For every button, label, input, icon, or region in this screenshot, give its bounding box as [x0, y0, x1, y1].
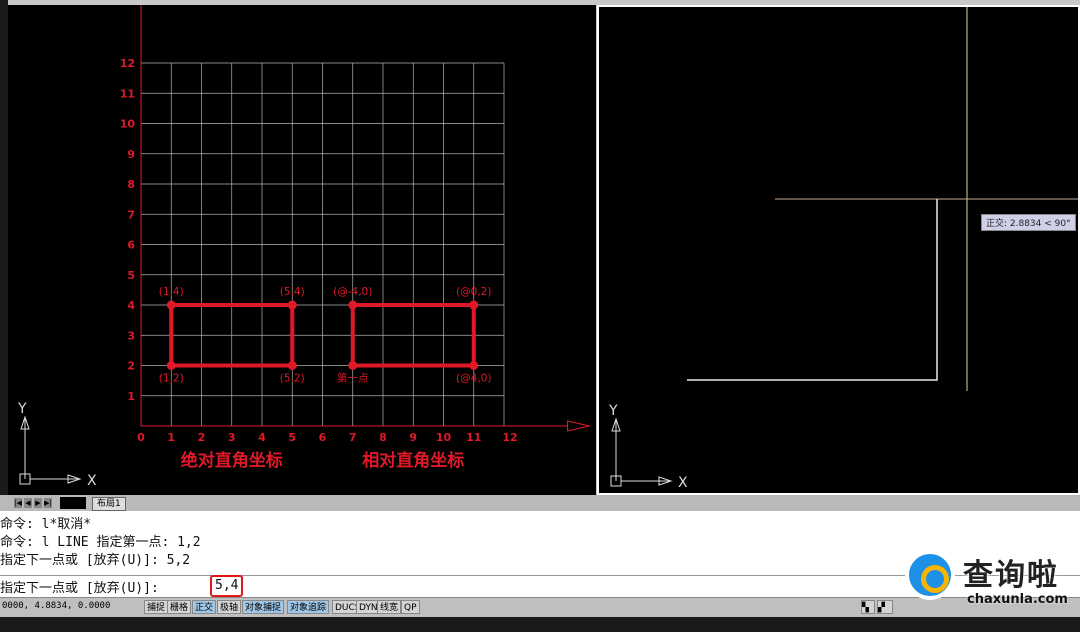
vertex-point: [469, 361, 479, 370]
vertex-point: [348, 361, 358, 370]
y-tick-label: 5: [127, 269, 135, 282]
vertex-point: [166, 361, 176, 370]
command-prompt: 指定下一点或 [放弃(U)]:: [0, 581, 159, 596]
prev-tab-button[interactable]: ◀: [24, 498, 32, 508]
ucs-icon-right: [610, 417, 673, 487]
x-tick-label: 8: [379, 431, 387, 444]
vertex-label: (5,4): [280, 286, 305, 298]
x-tick-label: 7: [349, 431, 357, 444]
command-history-line: 命令: l*取消*: [0, 517, 92, 532]
x-tick-label: 9: [409, 431, 417, 444]
x-tick-label: 6: [319, 431, 327, 444]
next-tab-button[interactable]: ▶: [34, 498, 42, 508]
vertex-label: (@0,2): [456, 286, 491, 298]
ucs-y-label-right: Y: [608, 403, 618, 419]
left-viewport[interactable]: 1 2 3 4 5 6 7 8 9 10 11 12 0 1 2 3 4 5 6 7 8 9 10 11 12 (1,4) (5,4…: [8, 5, 596, 495]
x-tick-label: 11: [466, 431, 481, 444]
y-tick-label: 7: [127, 208, 135, 221]
y-tick-label: 11: [120, 87, 135, 100]
drawing-canvas-left[interactable]: 1234567891011120 1 2 3 4 5 6 7 8 9 10 11 12(1,4) (5,4…: [8, 5, 596, 495]
x-tick-label: 3: [228, 431, 236, 444]
magnifier-logo-icon: [905, 550, 955, 600]
y-tick-label: 10: [120, 118, 136, 131]
ortho-tooltip: 正交: 2.8834 < 90°: [981, 214, 1076, 231]
drawing-canvas-right[interactable]: Y X: [599, 7, 1078, 493]
watermark-url: chaxunla.com: [967, 592, 1068, 607]
bottom-strip: [0, 617, 1080, 632]
drawn-polyline: [687, 199, 938, 381]
x-tick-label: 5: [288, 431, 296, 444]
watermark-title: 查询啦: [963, 558, 1059, 593]
command-input[interactable]: 5,4: [210, 575, 244, 597]
coordinate-readout: 0000, 4.8834, 0.0000: [2, 601, 111, 611]
y-tick-label: 6: [127, 239, 135, 252]
x-tick-label: 10: [436, 431, 452, 444]
otrack-toggle[interactable]: 对象追踪: [287, 600, 330, 614]
model-space-icon[interactable]: ▚: [861, 600, 875, 614]
y-tick-label: 12: [120, 57, 135, 70]
grid-toggle[interactable]: 栅格: [167, 600, 192, 614]
left-window-edge: [0, 0, 8, 495]
vertex-label: (1,2): [159, 373, 184, 385]
qp-toggle[interactable]: QP: [401, 600, 420, 614]
vertex-label: 第一点: [337, 372, 369, 385]
vertex-point: [287, 300, 297, 310]
vertex-point: [166, 300, 176, 310]
y-tick-label: 1: [127, 390, 135, 403]
command-history-line: 命令: l LINE 指定第一点: 1,2: [0, 535, 201, 550]
right-viewport[interactable]: Y X 正交: 2.8834 < 90°: [597, 5, 1080, 495]
lineweight-toggle[interactable]: 线宽: [377, 600, 402, 614]
watermark-logo: 查询啦 chaxunla.com: [905, 548, 1075, 612]
x-tick-label: 0: [137, 431, 145, 444]
command-history-line: 指定下一点或 [放弃(U)]: 5,2: [0, 553, 191, 568]
vertex-point: [348, 300, 358, 310]
y-tick-label: 9: [127, 148, 135, 161]
y-tick-label: 3: [127, 329, 135, 342]
vertex-label: (1,4): [159, 286, 184, 298]
ucs-y-label-left: Y: [17, 401, 27, 417]
tab-model[interactable]: 模型: [60, 497, 87, 509]
y-tick-label: 8: [127, 178, 135, 191]
x-axis-arrow: [567, 420, 590, 432]
polar-toggle[interactable]: 极轴: [217, 600, 242, 614]
x-tick-label: 4: [258, 431, 266, 444]
vertex-point: [469, 300, 479, 310]
x-tick-label: 12: [502, 431, 517, 444]
last-tab-button[interactable]: ▶|: [44, 498, 52, 508]
first-tab-button[interactable]: |◀: [14, 498, 22, 508]
ucs-x-label-right: X: [678, 475, 688, 491]
snap-toggle[interactable]: 捕捉: [144, 600, 169, 614]
ucs-x-label-left: X: [87, 473, 97, 489]
x-tick-label: 1: [167, 431, 175, 444]
vertex-point: [287, 361, 297, 370]
caption-relative: 相对直角坐标: [362, 450, 464, 471]
vertex-label: (@4,0): [456, 373, 491, 385]
vertex-label: (5,2): [280, 373, 305, 385]
tab-layout1[interactable]: 布局1: [92, 497, 126, 511]
caption-absolute: 绝对直角坐标: [181, 450, 283, 471]
y-tick-label: 2: [127, 360, 135, 373]
layout-space-icon[interactable]: ▞: [877, 600, 893, 614]
osnap-toggle[interactable]: 对象捕捉: [242, 600, 285, 614]
ortho-toggle[interactable]: 正交: [192, 600, 217, 614]
x-tick-label: 2: [198, 431, 206, 444]
layout-tab-bar: |◀ ◀ ▶ ▶| 模型 布局1: [0, 495, 1080, 511]
vertex-label: (@-4,0): [333, 286, 372, 298]
y-tick-label: 4: [127, 299, 135, 312]
